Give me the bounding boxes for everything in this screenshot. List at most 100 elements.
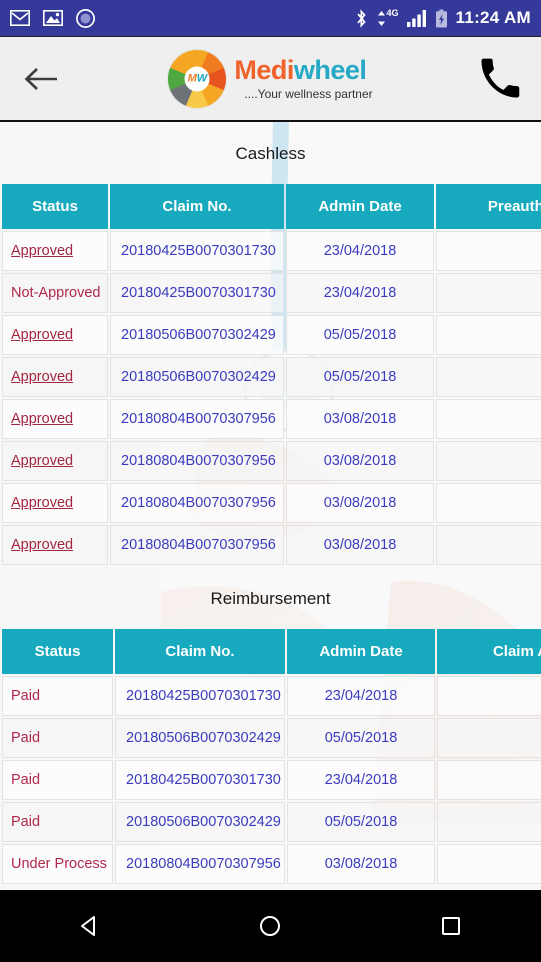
brand-text-block: Mediwheel ....Your wellness partner xyxy=(234,57,373,101)
cell-preauth-class: Main xyxy=(436,315,541,355)
cell-status[interactable]: Paid xyxy=(2,760,113,800)
cell-status[interactable]: Approved xyxy=(2,315,108,355)
app-root: 4G 11:24 AM M W Mediwheel ....Your welln… xyxy=(0,0,541,962)
android-navigation-bar xyxy=(0,890,541,962)
column-header-claim-no[interactable]: Claim No. xyxy=(115,629,285,674)
cashless-table: Status Claim No. Admin Date Preauth Clas… xyxy=(0,182,541,567)
signal-bars-icon xyxy=(406,9,427,27)
photos-icon xyxy=(43,10,63,26)
cell-claim-amount: 10726 xyxy=(437,718,541,758)
status-text: Paid xyxy=(11,814,41,830)
cell-claim-no: 20180804B0070307956 xyxy=(110,483,284,523)
cell-claim-amount: 123331 xyxy=(437,760,541,800)
table-row[interactable]: Approved 20180425B0070301730 23/04/2018 … xyxy=(2,231,541,271)
cell-admin-date: 23/04/2018 xyxy=(287,760,435,800)
cell-preauth-class: Addition xyxy=(436,483,541,523)
status-text: Paid xyxy=(11,730,41,746)
call-button[interactable] xyxy=(477,57,523,101)
nav-home-button[interactable] xyxy=(238,900,302,952)
table-row[interactable]: Paid 20180425B0070301730 23/04/2018 3653… xyxy=(2,676,541,716)
cell-admin-date: 03/08/2018 xyxy=(286,483,434,523)
cashless-table-wrap[interactable]: Status Claim No. Admin Date Preauth Clas… xyxy=(0,182,541,567)
clock-time: 11:24 AM xyxy=(455,8,531,27)
status-text: Under Process xyxy=(11,856,107,872)
table-row[interactable]: Not-Approved 20180425B0070301730 23/04/2… xyxy=(2,273,541,313)
data-4g-icon: 4G xyxy=(376,8,399,28)
page-content: Cashless Status Claim No. Admin Date Pre… xyxy=(0,122,541,890)
table-row[interactable]: Approved 20180506B0070302429 05/05/2018 … xyxy=(2,315,541,355)
back-arrow-icon xyxy=(24,66,58,92)
brand-name: Mediwheel xyxy=(234,57,372,84)
cell-status[interactable]: Approved xyxy=(2,483,108,523)
table-row[interactable]: Approved 20180804B0070307956 03/08/2018 … xyxy=(2,525,541,565)
column-header-status[interactable]: Status xyxy=(2,184,108,229)
column-header-claim-amount[interactable]: Claim Amoun xyxy=(437,629,541,674)
cell-status[interactable]: Approved xyxy=(2,525,108,565)
logo-hub: MW xyxy=(184,66,210,91)
column-header-status[interactable]: Status xyxy=(2,629,113,674)
cell-admin-date: 05/05/2018 xyxy=(287,802,435,842)
back-button[interactable] xyxy=(18,66,64,92)
table-row[interactable]: Paid 20180506B0070302429 05/05/2018 1072… xyxy=(2,718,541,758)
cell-claim-no: 20180425B0070301730 xyxy=(115,676,285,716)
gmail-icon xyxy=(10,10,30,26)
cell-claim-no: 20180804B0070307956 xyxy=(110,525,284,565)
section-title-reimbursement: Reimbursement xyxy=(210,589,331,608)
table-row[interactable]: Approved 20180804B0070307956 03/08/2018 … xyxy=(2,399,541,439)
cell-status[interactable]: Approved xyxy=(2,399,108,439)
reimbursement-table-wrap[interactable]: Status Claim No. Admin Date Claim Amoun … xyxy=(0,627,541,886)
logo-letter-w: W xyxy=(196,72,208,84)
status-link[interactable]: Approved xyxy=(11,453,73,469)
cell-claim-no: 20180804B0070307956 xyxy=(110,399,284,439)
table-row[interactable]: Approved 20180804B0070307956 03/08/2018 … xyxy=(2,441,541,481)
nav-recents-button[interactable] xyxy=(419,900,483,952)
cell-admin-date: 23/04/2018 xyxy=(287,676,435,716)
cell-status[interactable]: Under Process xyxy=(2,844,113,884)
status-link[interactable]: Approved xyxy=(11,537,73,553)
cell-status[interactable]: Approved xyxy=(2,441,108,481)
status-bar-left-icons xyxy=(10,8,95,28)
cell-admin-date: 23/04/2018 xyxy=(286,273,434,313)
cell-admin-date: 23/04/2018 xyxy=(286,231,434,271)
status-link[interactable]: Approved xyxy=(11,327,73,343)
cell-preauth-class: Addition xyxy=(436,273,541,313)
status-text: Paid xyxy=(11,772,41,788)
cell-preauth-class: Main xyxy=(436,231,541,271)
table-row[interactable]: Approved 20180506B0070302429 05/05/2018 … xyxy=(2,357,541,397)
brand-tagline: ....Your wellness partner xyxy=(244,87,373,101)
table-row[interactable]: Under Process 20180804B0070307956 03/08/… xyxy=(2,844,541,884)
cell-status[interactable]: Not-Approved xyxy=(2,273,108,313)
nav-back-button[interactable] xyxy=(58,900,122,952)
cell-status[interactable]: Approved xyxy=(2,357,108,397)
cell-status[interactable]: Paid xyxy=(2,676,113,716)
table-row[interactable]: Paid 20180425B0070301730 23/04/2018 1233… xyxy=(2,760,541,800)
status-link[interactable]: Approved xyxy=(11,243,73,259)
brand-name-part1: Medi xyxy=(234,55,294,85)
cell-status[interactable]: Paid xyxy=(2,802,113,842)
column-header-admin-date[interactable]: Admin Date xyxy=(287,629,435,674)
table-row[interactable]: Approved 20180804B0070307956 03/08/2018 … xyxy=(2,483,541,523)
column-header-admin-date[interactable]: Admin Date xyxy=(286,184,434,229)
cell-preauth-class: Main xyxy=(436,399,541,439)
status-link[interactable]: Approved xyxy=(11,411,73,427)
table-header-row: Status Claim No. Admin Date Claim Amoun xyxy=(2,629,541,674)
cell-preauth-class: Addition xyxy=(436,357,541,397)
cell-claim-no: 20180506B0070302429 xyxy=(110,357,284,397)
cell-claim-no: 20180506B0070302429 xyxy=(115,802,285,842)
cell-status[interactable]: Approved xyxy=(2,231,108,271)
status-bar-right-icons: 4G 11:24 AM xyxy=(355,8,532,28)
logo-letter-m: M xyxy=(187,72,197,84)
cell-claim-amount: 36531 xyxy=(437,676,541,716)
reimbursement-table: Status Claim No. Admin Date Claim Amoun … xyxy=(0,627,541,886)
status-link[interactable]: Approved xyxy=(11,495,73,511)
cell-claim-no: 20180425B0070301730 xyxy=(115,760,285,800)
cell-claim-no: 20180804B0070307956 xyxy=(115,844,285,884)
table-row[interactable]: Paid 20180506B0070302429 05/05/2018 3906… xyxy=(2,802,541,842)
cell-status[interactable]: Paid xyxy=(2,718,113,758)
brand-logo-group: MW Mediwheel ....Your wellness partner xyxy=(0,49,541,108)
circle-home-icon xyxy=(257,913,283,939)
cell-admin-date: 03/08/2018 xyxy=(287,844,435,884)
column-header-preauth-class[interactable]: Preauth Classi xyxy=(436,184,541,229)
column-header-claim-no[interactable]: Claim No. xyxy=(110,184,284,229)
status-link[interactable]: Approved xyxy=(11,369,73,385)
